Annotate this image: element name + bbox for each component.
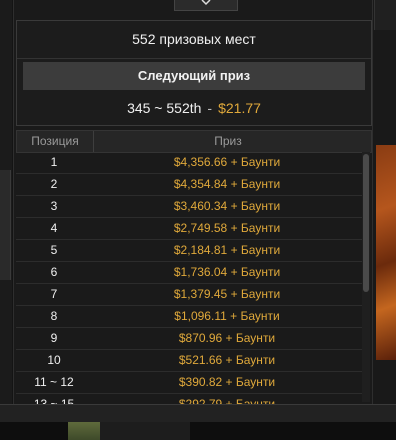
row-prize: $1,096.11 + Баунти xyxy=(174,309,280,323)
row-prize: $521.66 + Баунти xyxy=(178,353,276,367)
row-position: 9 xyxy=(50,331,58,345)
table-row: 4 $2,749.58 + Баунти xyxy=(16,218,362,240)
prize-summary: 552 призовых мест Следующий приз 345 ~ 5… xyxy=(16,20,372,126)
next-prize-separator: - xyxy=(207,100,213,116)
places-count: 552 призовых мест xyxy=(17,21,371,59)
row-prize: $390.82 + Баунти xyxy=(178,375,276,389)
row-position: 11 ~ 12 xyxy=(34,375,74,389)
scrollbar-thumb[interactable] xyxy=(363,154,369,292)
next-prize-label: Следующий приз xyxy=(23,62,365,90)
row-position: 6 xyxy=(50,265,58,279)
row-position: 8 xyxy=(50,309,58,323)
prize-table-header: Позиция Приз xyxy=(16,130,372,153)
background-right xyxy=(372,0,396,420)
row-prize: $4,356.66 + Баунти xyxy=(173,155,281,169)
next-prize-amount: $21.77 xyxy=(218,100,261,116)
row-prize: $2,184.81 + Баунти xyxy=(173,243,281,257)
background-left xyxy=(0,0,12,420)
next-prize-range: 345 ~ 552th xyxy=(127,100,202,116)
row-position: 10 xyxy=(47,353,61,367)
row-prize: $4,354.84 + Баунти xyxy=(173,177,281,191)
table-row: 1 $4,356.66 + Баунти xyxy=(16,152,362,174)
row-position: 3 xyxy=(50,199,58,213)
table-row: 6 $1,736.04 + Баунти xyxy=(16,262,362,284)
bottom-strip xyxy=(0,422,396,440)
row-prize: $3,460.34 + Баунти xyxy=(173,199,281,213)
row-position: 4 xyxy=(50,221,58,235)
background-dark-block xyxy=(374,0,396,30)
prize-panel: 552 призовых мест Следующий приз 345 ~ 5… xyxy=(13,0,373,404)
table-row: 7 $1,379.45 + Баунти xyxy=(16,284,362,306)
table-scrollbar[interactable] xyxy=(362,152,370,402)
bottom-dark-tile xyxy=(100,422,190,440)
table-row: 9 $870.96 + Баунти xyxy=(16,328,362,350)
table-row: 8 $1,096.11 + Баунти xyxy=(16,306,362,328)
row-prize: $870.96 + Баунти xyxy=(178,331,276,345)
column-header-prize: Приз xyxy=(214,134,242,148)
table-row: 11 ~ 12 $390.82 + Баунти xyxy=(16,372,362,394)
background-ridge xyxy=(0,170,11,280)
table-row: 3 $3,460.34 + Баунти xyxy=(16,196,362,218)
row-position: 7 xyxy=(50,287,58,301)
next-prize-row: 345 ~ 552th - $21.77 xyxy=(17,91,371,125)
row-position: 1 xyxy=(50,155,58,169)
row-position: 5 xyxy=(50,243,58,257)
row-position: 2 xyxy=(50,177,58,191)
row-prize: $2,749.58 + Баунти xyxy=(173,221,281,235)
collapse-tab[interactable] xyxy=(174,0,238,11)
table-row: 2 $4,354.84 + Баунти xyxy=(16,174,362,196)
row-prize: $292.79 + Баунти xyxy=(178,397,276,404)
row-position: 13 ~ 15 xyxy=(33,397,75,404)
table-thumbnail[interactable] xyxy=(68,422,100,440)
table-row: 13 ~ 15 $292.79 + Баунти xyxy=(16,394,362,404)
chevron-down-icon xyxy=(201,0,211,6)
bottom-bar xyxy=(0,404,396,423)
column-header-position: Позиция xyxy=(17,131,94,152)
row-prize: $1,736.04 + Баунти xyxy=(173,265,281,279)
table-row: 10 $521.66 + Баунти xyxy=(16,350,362,372)
row-prize: $1,379.45 + Баунти xyxy=(173,287,281,301)
table-row: 5 $2,184.81 + Баунти xyxy=(16,240,362,262)
background-wood-texture xyxy=(376,145,396,360)
prize-table-body[interactable]: 1 $4,356.66 + Баунти 2 $4,354.84 + Баунти … xyxy=(16,152,362,404)
